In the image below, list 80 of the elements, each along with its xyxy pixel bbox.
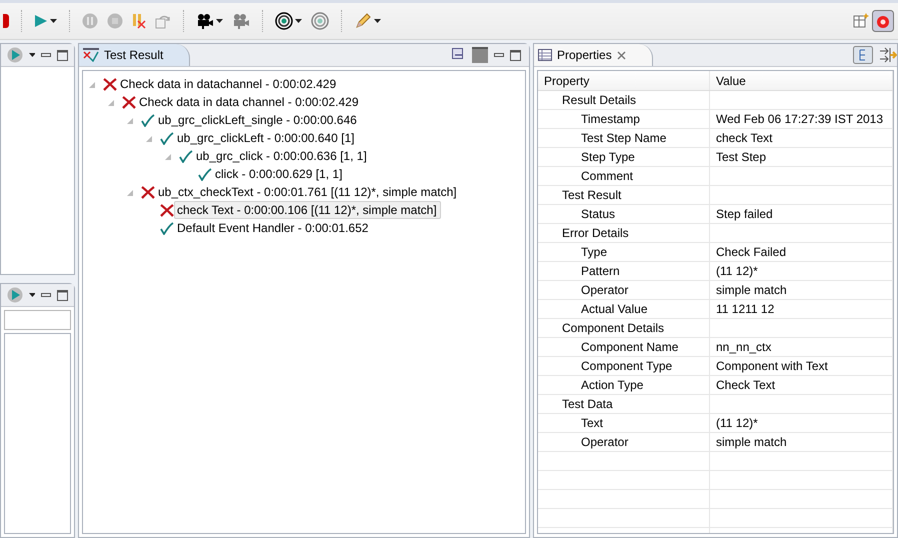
property-name: Text [581,416,604,430]
maximize-icon[interactable] [57,290,68,300]
property-name: Timestamp [581,112,640,126]
dropdown-caret-icon[interactable] [28,293,36,297]
view-tab[interactable]: Properties [534,44,653,66]
group-label: Test Data [562,397,613,411]
minimize-icon[interactable] [494,52,504,58]
view-tab[interactable]: Test Result [79,44,190,66]
dropdown-caret-icon[interactable] [50,19,57,23]
tree-item[interactable]: check Text - 0:00:00.106 [(11 12)*, simple match] [174,201,441,219]
property-name: Comment [581,169,634,183]
property-name: Operator [581,435,628,449]
group-label: Result Details [562,93,636,107]
property-value: Wed Feb 06 17:27:39 IST 2013 [716,112,884,126]
open-perspective-icon[interactable] [853,13,869,29]
cross-icon [122,96,136,108]
collapse-all-icon[interactable] [452,48,466,62]
clear-icon[interactable] [132,13,146,29]
property-name: Component Type [581,359,672,373]
property-value: 11 1211 12 [716,302,774,316]
tree-item[interactable]: ub_grc_clickLeft - 0:00:00.640 [1] [174,129,358,147]
dropdown-caret-icon[interactable] [295,19,302,23]
cross-icon [141,186,155,198]
dropdown-caret-icon[interactable] [374,19,381,23]
tree-item[interactable]: click - 0:00:00.629 [1, 1] [212,165,346,183]
property-name: Action Type [581,378,644,392]
tree-item[interactable]: Check data in data channel - 0:00:02.429 [136,93,362,111]
property-value: (11 12)* [716,264,758,278]
group-label: Error Details [562,226,629,240]
property-name: Pattern [581,264,620,278]
property-value: Check Failed [716,245,786,259]
check-icon [179,150,193,162]
window-icon[interactable] [472,47,488,63]
minimize-icon[interactable] [41,52,52,58]
tree-item[interactable]: Check data in datachannel - 0:00:02.429 [117,75,340,93]
play-icon[interactable] [7,287,23,303]
check-icon [141,114,155,126]
check-icon [160,222,174,234]
tree-item[interactable]: ub_grc_click - 0:00:00.636 [1, 1] [193,147,371,165]
property-name: Step Type [581,150,635,164]
cross-icon [103,78,117,90]
maximize-icon[interactable] [57,50,68,60]
check-icon [198,168,212,180]
property-value: Component with Text [716,359,828,373]
property-name: Type [581,245,608,259]
dropdown-caret-icon[interactable] [28,53,36,57]
property-name: Test Step Name [581,131,666,145]
column-header[interactable]: Value [710,71,893,90]
tree-item[interactable]: Default Event Handler - 0:00:01.652 [174,219,372,237]
check-icon [160,132,174,144]
property-value: check Text [716,131,772,145]
property-value: Test Step [716,150,766,164]
group-label: Test Result [562,188,622,202]
maximize-icon[interactable] [510,50,521,60]
tree-item[interactable]: ub_ctx_checkText - 0:00:01.761 [(11 12)*, simple match] [155,183,461,201]
group-label: Component Details [562,321,664,335]
property-name: Status [581,207,616,221]
column-header[interactable]: Property [538,71,710,90]
property-value: Check Text [716,378,776,392]
target-icon[interactable] [275,12,293,30]
property-value: nn_nn_ctx [716,340,772,354]
play-icon[interactable] [7,47,23,63]
arrows-icon[interactable] [879,47,897,63]
tree-item[interactable]: ub_grc_clickLeft_single - 0:00:00.646 [155,111,361,129]
property-name: Operator [581,283,628,297]
input-field[interactable] [4,310,71,330]
property-name: Actual Value [581,302,648,316]
camera-icon[interactable] [196,13,214,29]
cross-icon [160,204,174,216]
test-result-icon [83,48,99,62]
property-value: (11 12)* [716,416,758,430]
minimize-icon[interactable] [41,292,52,298]
property-name: Component Name [581,340,678,354]
pencil-icon[interactable] [354,12,372,30]
dropdown-caret-icon[interactable] [216,19,223,23]
property-value: simple match [716,435,787,449]
table-icon [538,49,552,61]
close-icon[interactable] [616,50,626,60]
property-value: simple match [716,283,787,297]
property-value: Step failed [716,207,773,221]
